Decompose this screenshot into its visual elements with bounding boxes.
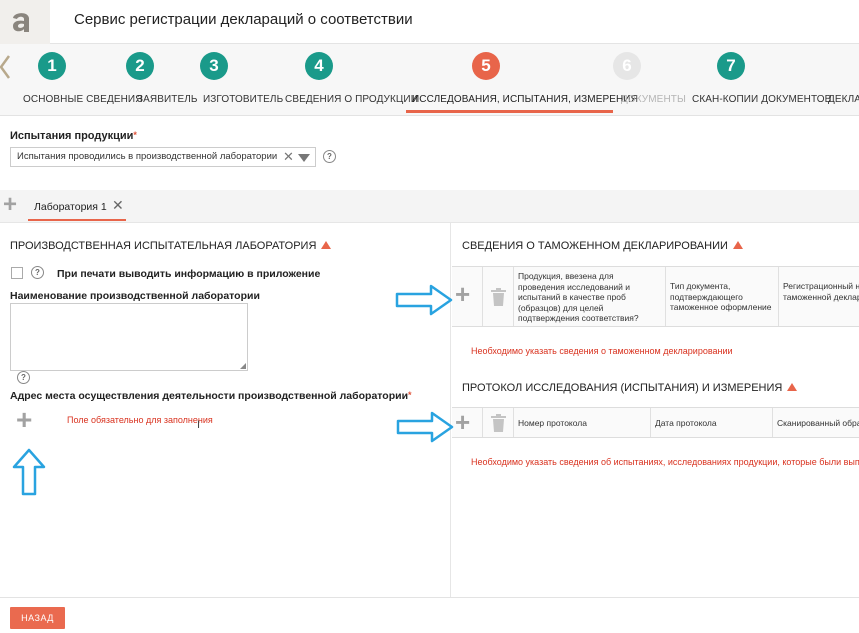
- required-mark: *: [133, 130, 137, 140]
- step-8-label[interactable]: ДЕКЛАР: [828, 94, 859, 105]
- lab-name-textarea[interactable]: [10, 303, 248, 371]
- step-7-number[interactable]: 7: [717, 52, 745, 80]
- customs-table-header: + Продукция, ввезена для проведения иссл…: [452, 266, 859, 327]
- help-icon[interactable]: ?: [17, 371, 30, 384]
- lab-section-title-text: ПРОИЗВОДСТВЕННАЯ ИСПЫТАТЕЛЬНАЯ ЛАБОРАТОР…: [10, 240, 317, 252]
- add-cell: +: [452, 408, 483, 437]
- customs-column-header: Продукция, ввезена для проведения исслед…: [514, 267, 666, 326]
- plus-icon[interactable]: +: [455, 409, 470, 435]
- step-3-number[interactable]: 3: [200, 52, 228, 80]
- required-mark: *: [408, 390, 412, 400]
- customs-column-header: Тип документа, подтверждающего таможенно…: [666, 267, 779, 326]
- protocol-error: Необходимо указать сведения об испытания…: [471, 457, 859, 467]
- logo: [0, 0, 50, 44]
- print-option-label: При печати выводить информацию в приложе…: [57, 268, 321, 280]
- delete-cell: [483, 408, 514, 437]
- up-arrow-annotation-icon: [12, 448, 46, 496]
- step-1-label[interactable]: ОСНОВНЫЕ СВЕДЕНИЯ: [23, 94, 143, 105]
- trash-icon[interactable]: [491, 414, 506, 432]
- help-icon[interactable]: ?: [323, 150, 336, 163]
- step-5-number[interactable]: 5: [472, 52, 500, 80]
- tests-select[interactable]: Испытания проводились в производственной…: [10, 147, 316, 167]
- print-checkbox[interactable]: [11, 267, 23, 279]
- step-2-label[interactable]: ЗАЯВИТЕЛЬ: [137, 94, 198, 105]
- step-2-number[interactable]: 2: [126, 52, 154, 80]
- chevron-down-icon[interactable]: [298, 154, 310, 162]
- app-header: Сервис регистрации деклараций о соответс…: [0, 0, 859, 44]
- footer-divider: [0, 597, 859, 598]
- text-cursor-icon: I: [197, 419, 201, 431]
- step-3-label[interactable]: ИЗГОТОВИТЕЛЬ: [203, 94, 283, 105]
- collapse-triangle-icon[interactable]: [787, 383, 798, 391]
- step-4-number[interactable]: 4: [305, 52, 333, 80]
- help-icon[interactable]: ?: [31, 266, 44, 279]
- protocol-table-header: + Номер протокола Дата протокола Сканиро…: [452, 407, 859, 438]
- customs-column-1: Продукция, ввезена для проведения исслед…: [518, 271, 639, 323]
- address-label: Адрес места осуществления деятельности п…: [10, 390, 412, 402]
- delete-cell: [483, 267, 514, 326]
- protocol-section-title-text: ПРОТОКОЛ ИССЛЕДОВАНИЯ (ИСПЫТАНИЯ) И ИЗМЕ…: [462, 382, 783, 394]
- customs-column-header: Регистрационный номер таможенной деклара…: [779, 267, 859, 326]
- protocol-column-3: Сканированный образ: [777, 418, 859, 428]
- lab-section-title: ПРОИЗВОДСТВЕННАЯ ИСПЫТАТЕЛЬНАЯ ЛАБОРАТОР…: [10, 240, 332, 252]
- step-6-number: 6: [613, 52, 641, 80]
- protocol-column-1: Номер протокола: [518, 418, 587, 428]
- collapse-triangle-icon[interactable]: [732, 241, 743, 249]
- resize-handle-icon[interactable]: [240, 363, 246, 369]
- lab-tabs-bar: [0, 190, 859, 223]
- logo-icon: [13, 13, 29, 32]
- right-arrow-annotation-icon: [395, 284, 453, 316]
- protocol-column-header: Номер протокола: [514, 408, 651, 437]
- chevron-left-icon[interactable]: [0, 54, 12, 80]
- plus-icon[interactable]: +: [455, 281, 470, 307]
- protocol-section-title: ПРОТОКОЛ ИССЛЕДОВАНИЯ (ИСПЫТАНИЯ) И ИЗМЕ…: [462, 382, 798, 394]
- add-cell: +: [452, 267, 483, 326]
- tab-lab-1[interactable]: Лаборатория 1 ✕: [28, 192, 126, 221]
- protocol-column-header: Сканированный образ: [773, 408, 859, 437]
- protocol-column-2: Дата протокола: [655, 418, 717, 428]
- address-label-text: Адрес места осуществления деятельности п…: [10, 390, 409, 402]
- plus-icon[interactable]: +: [3, 193, 17, 217]
- customs-section-title-text: СВЕДЕНИЯ О ТАМОЖЕННОМ ДЕКЛАРИРОВАНИИ: [462, 240, 728, 252]
- address-error: Поле обязательно для заполнения: [67, 415, 213, 425]
- active-step-indicator: [406, 110, 613, 113]
- back-button[interactable]: НАЗАД: [10, 607, 65, 629]
- step-6-label: ДОКУМЕНТЫ: [621, 94, 686, 105]
- trash-icon[interactable]: [491, 288, 506, 306]
- right-arrow-annotation-icon: [396, 411, 454, 443]
- step-7-label[interactable]: СКАН-КОПИИ ДОКУМЕНТОВ: [692, 94, 831, 105]
- close-icon[interactable]: ✕: [283, 150, 294, 164]
- panel-divider: [450, 223, 451, 597]
- step-5-label[interactable]: ИССЛЕДОВАНИЯ, ИСПЫТАНИЯ, ИЗМЕРЕНИЯ: [412, 94, 638, 105]
- step-4-label[interactable]: СВЕДЕНИЯ О ПРОДУКЦИИ: [285, 94, 418, 105]
- close-icon[interactable]: ✕: [112, 197, 124, 214]
- tests-select-value: Испытания проводились в производственной…: [17, 151, 278, 162]
- customs-column-2: Тип документа, подтверждающего таможенно…: [670, 281, 772, 312]
- customs-section-title: СВЕДЕНИЯ О ТАМОЖЕННОМ ДЕКЛАРИРОВАНИИ: [462, 240, 743, 252]
- app-title: Сервис регистрации деклараций о соответс…: [74, 11, 413, 28]
- step-1-number[interactable]: 1: [38, 52, 66, 80]
- tests-label: Испытания продукции*: [10, 130, 137, 142]
- customs-error: Необходимо указать сведения о таможенном…: [471, 346, 733, 356]
- tab-lab-1-label: Лаборатория 1: [34, 201, 107, 213]
- protocol-column-header: Дата протокола: [651, 408, 773, 437]
- collapse-triangle-icon[interactable]: [321, 241, 332, 249]
- lab-name-label: Наименование производственной лаборатори…: [10, 290, 260, 302]
- customs-column-3: Регистрационный номер таможенной деклара…: [783, 281, 859, 302]
- tests-label-text: Испытания продукции: [10, 130, 134, 142]
- add-address-plus-icon[interactable]: +: [16, 406, 32, 434]
